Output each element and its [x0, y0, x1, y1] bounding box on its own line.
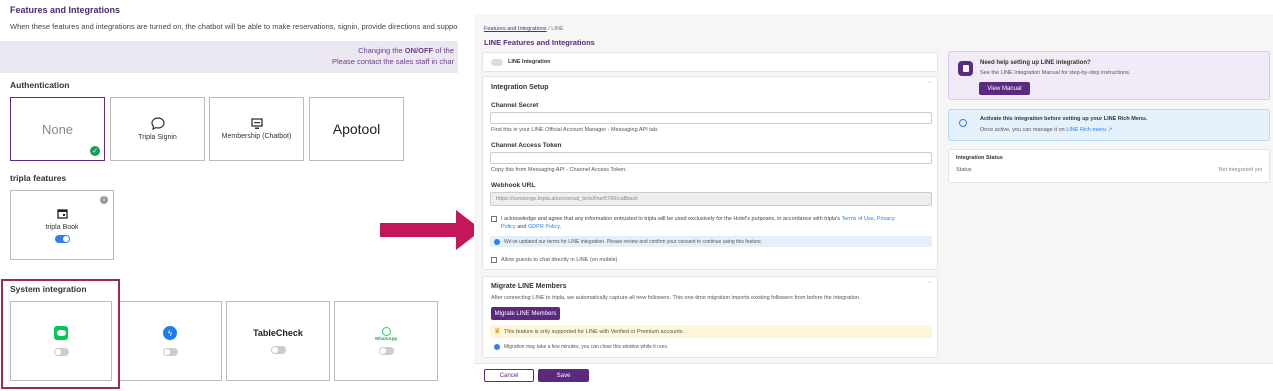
help-title: Need help setting up LINE integration? [980, 60, 1091, 66]
channel-token-help: Copy this from Messaging API - Channel A… [491, 167, 627, 173]
page-title: LINE Features and Integrations [484, 38, 595, 47]
auth-card-tripla-signin[interactable]: Tripla Signin [110, 97, 205, 161]
webhook-label: Webhook URL [491, 182, 536, 189]
allow-guests-checkbox[interactable] [491, 257, 497, 263]
terms-update-info: We've updated our terms for LINE integra… [490, 236, 932, 247]
auth-card-apotool[interactable]: Apotool [309, 97, 404, 161]
channel-secret-help: Find this in your LINE Official Account … [491, 127, 659, 133]
auth-card-membership[interactable]: Membership (Chatbot) [209, 97, 304, 161]
migrate-members-button[interactable]: Migrate LINE Members [491, 307, 560, 320]
auth-signin-label: Tripla Signin [138, 134, 177, 141]
auth-membership-label: Membership (Chatbot) [221, 133, 292, 140]
integration-status-card: Integration Status Status Not integrated… [948, 149, 1270, 183]
save-button[interactable]: Save [538, 369, 589, 382]
migrate-note: Migration may take a few minutes, you ca… [504, 344, 669, 350]
info-icon [494, 344, 500, 350]
agree-text: I acknowledge and agree that any informa… [501, 216, 895, 230]
privacy-link-cont[interactable]: Policy [501, 224, 516, 230]
webhook-url-field[interactable]: https://concierge.tripla.ai/universal_bo… [490, 192, 932, 206]
line-integration-toggle[interactable] [491, 59, 503, 66]
crown-icon: ♛ [494, 328, 501, 335]
tablecheck-integration-card[interactable]: TableCheck [226, 301, 330, 381]
chat-bubble-icon [150, 117, 165, 130]
page-description: When these features and integrations are… [10, 22, 458, 31]
external-link-icon: ↗ [1106, 127, 1113, 133]
tripla-book-label: tripla Book [45, 223, 79, 231]
lightbulb-icon [959, 119, 967, 127]
page-title: Features and Integrations [10, 5, 121, 15]
breadcrumb-features-link[interactable]: Features and Integrations [484, 26, 547, 32]
arrow-right-icon [380, 210, 482, 250]
manual-book-icon [958, 61, 973, 76]
line-integration-label: LINE Integration [508, 59, 551, 65]
banner-line-2: Please contact the sales staff in char [331, 57, 454, 66]
channel-secret-input[interactable] [490, 112, 932, 124]
chevron-up-icon[interactable]: ˆ [929, 82, 931, 89]
line-settings-panel: Features and Integrations / LINE LINE Fe… [474, 14, 1273, 391]
banner-line-1: Changing the ON/OFF of the [358, 46, 454, 55]
tablecheck-logo: TableCheck [253, 328, 303, 338]
rich-menu-link[interactable]: LINE Rich menu [1066, 127, 1106, 133]
status-label: Status [956, 167, 972, 173]
line-integration-row: LINE Integration [482, 52, 938, 72]
terms-link[interactable]: Terms of Use [841, 216, 873, 222]
info-icon: i [100, 196, 108, 204]
channel-token-label: Channel Access Token [491, 142, 562, 149]
chevron-up-icon[interactable]: ˆ [929, 282, 931, 289]
whatsapp-integration-card[interactable]: WhatsApp [334, 301, 438, 381]
rich-menu-notice: Activate this integration before setting… [948, 109, 1270, 141]
cancel-button[interactable]: Cancel [484, 369, 534, 382]
whatsapp-toggle[interactable] [378, 347, 394, 355]
breadcrumb-current: LINE [551, 26, 564, 32]
migrate-title: Migrate LINE Members [491, 283, 567, 290]
messenger-toggle[interactable] [162, 348, 178, 356]
migrate-description: After connecting LINE to tripla, we auto… [491, 295, 861, 301]
help-card: Need help setting up LINE integration? S… [948, 51, 1270, 100]
status-value: Not integrated yet [1218, 167, 1262, 173]
tripla-book-toggle[interactable] [54, 234, 70, 243]
tripla-book-card[interactable]: i tripla Book [10, 190, 114, 260]
help-text: See the LINE Integration Manual for step… [980, 70, 1131, 76]
auth-card-none[interactable]: None ✓ [10, 97, 105, 161]
footer-bar: Cancel Save [474, 363, 1273, 391]
setup-title: Integration Setup [491, 84, 549, 91]
agree-checkbox[interactable] [491, 216, 497, 222]
monitor-icon [250, 118, 263, 129]
view-manual-button[interactable]: View Manual [979, 82, 1030, 95]
migrate-warning: ♛ This feature is only supported for LIN… [490, 325, 932, 338]
whatsapp-logo-text: WhatsApp [374, 336, 398, 341]
messenger-logo-icon: ϟ [163, 326, 177, 340]
info-icon [494, 238, 500, 245]
status-title: Integration Status [956, 155, 1003, 161]
messenger-integration-card[interactable]: ϟ [118, 301, 222, 381]
check-circle-icon: ✓ [90, 146, 100, 156]
activate-text: Once active, you can manage it on LINE R… [980, 127, 1113, 133]
activate-title: Activate this integration before setting… [980, 116, 1148, 122]
channel-secret-label: Channel Secret [491, 102, 539, 109]
channel-token-input[interactable] [490, 152, 932, 164]
auth-none-label: None [41, 121, 74, 137]
tripla-features-heading: tripla features [10, 173, 67, 183]
apotool-logo: Apotool [332, 121, 381, 137]
privacy-link[interactable]: Privacy [877, 216, 895, 222]
highlight-box [1, 279, 120, 389]
notice-banner: Changing the ON/OFF of the Please contac… [0, 41, 458, 73]
tablecheck-toggle[interactable] [270, 346, 286, 354]
migrate-members-section: Migrate LINE Members ˆ After connecting … [482, 276, 938, 358]
gdpr-link[interactable]: GDPR Policy [528, 224, 560, 230]
allow-guests-label: Allow guests to chat directly in LINE (o… [501, 257, 618, 263]
auth-heading: Authentication [10, 80, 70, 90]
whatsapp-logo-icon [381, 327, 391, 336]
integration-setup-section: Integration Setup ˆ Channel Secret Find … [482, 76, 938, 270]
calendar-icon [56, 208, 68, 219]
breadcrumb: Features and Integrations / LINE [484, 26, 564, 32]
